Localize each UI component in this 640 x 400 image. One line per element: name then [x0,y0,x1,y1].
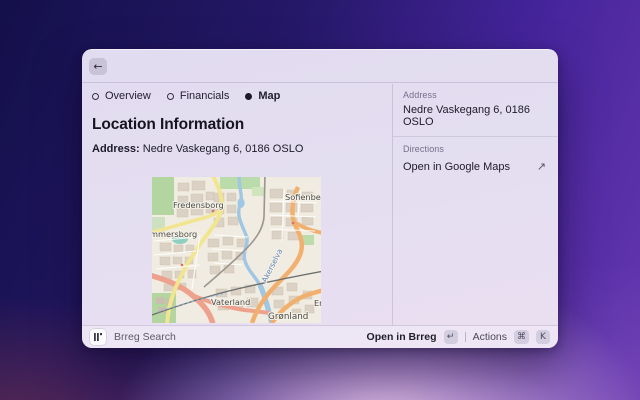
sidebar-divider [393,136,558,137]
back-arrow-icon: ← [93,61,102,72]
map-label-vaterland: Vaterland [211,297,250,307]
actions-button[interactable]: Actions [473,331,507,343]
address-line-value: Nedre Vaskegang 6, 0186 OSLO [143,143,304,155]
enter-key-badge: ↵ [444,330,458,344]
sidebar-directions-label: Directions [403,144,548,154]
map-label-east-partial: En [314,298,321,308]
tab-map-label: Map [258,90,280,102]
window-body: Overview Financials Map Location Informa… [82,84,558,325]
command-bar-actions: Open in Brreg ↵ Actions ⌘ K [367,330,550,344]
search-input[interactable]: Brreg Search [114,331,176,343]
radio-unselected-icon [167,93,174,100]
open-google-maps-link[interactable]: Open in Google Maps ↗ [403,160,548,173]
tab-financials[interactable]: Financials [167,90,230,102]
tab-bar: Overview Financials Map [92,90,382,102]
external-link-icon: ↗ [537,160,546,173]
map-label-fredensborg: Fredensborg [173,200,224,210]
address-line-label: Address: [92,143,140,155]
sidebar-address-value: Nedre Vaskegang 6, 0186 OSLO [403,104,548,128]
map-label-hammersborg: mmersborg [152,229,197,239]
open-google-maps-label: Open in Google Maps [403,161,510,173]
radio-selected-icon [245,93,252,100]
radio-unselected-icon [92,93,99,100]
brreg-logo-icon [90,329,106,345]
sidebar-address-label: Address [403,90,548,100]
cmd-key-badge: ⌘ [514,330,529,344]
app-window: ← Overview Financials Map Location Infor… [82,49,558,348]
main-panel: Overview Financials Map Location Informa… [82,84,392,325]
address-line: Address: Nedre Vaskegang 6, 0186 OSLO [92,143,382,155]
back-button[interactable]: ← [89,58,107,75]
divider [465,332,466,342]
details-sidebar: Address Nedre Vaskegang 6, 0186 OSLO Dir… [392,84,558,325]
map-label-sofienberg: Sofienber [285,192,321,202]
tab-map[interactable]: Map [245,90,280,102]
window-header: ← [82,50,558,83]
page-title: Location Information [92,116,382,134]
k-key-badge: K [536,330,550,344]
command-bar: Brreg Search Open in Brreg ↵ Actions ⌘ K [82,325,558,348]
tab-overview-label: Overview [105,90,151,102]
tab-financials-label: Financials [180,90,230,102]
map-image: Fredensborg mmersborg Sofienber Vaterlan… [152,177,321,323]
open-in-brreg-button[interactable]: Open in Brreg [367,331,437,343]
tab-overview[interactable]: Overview [92,90,151,102]
map-label-gronland: Grønland [268,312,308,322]
